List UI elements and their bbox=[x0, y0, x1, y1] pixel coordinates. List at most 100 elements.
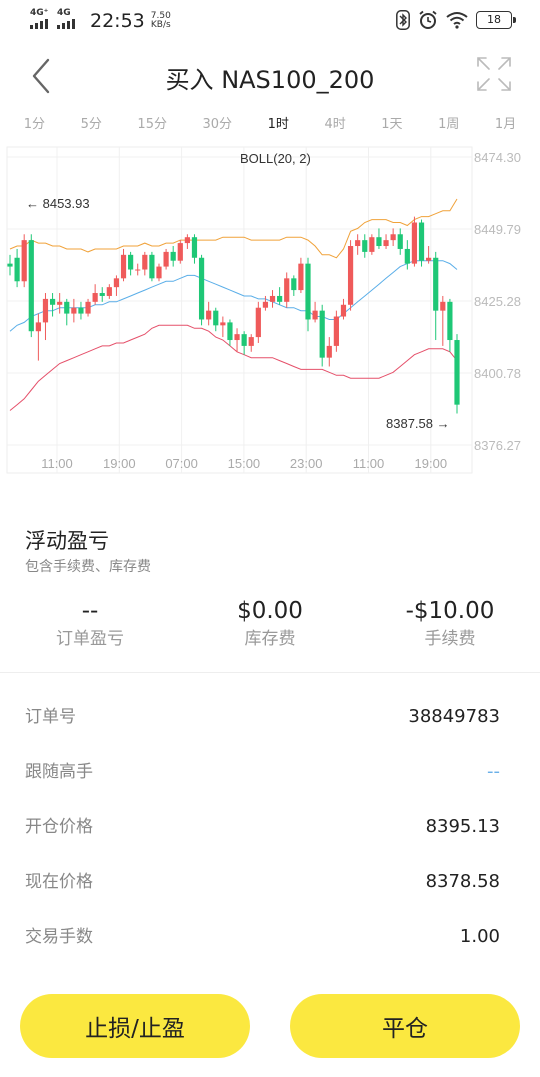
candle-body bbox=[333, 316, 339, 346]
tab-1w[interactable]: 1周 bbox=[438, 110, 459, 142]
candle-body bbox=[156, 266, 162, 279]
candle-body bbox=[78, 307, 84, 314]
candle-body bbox=[269, 295, 276, 302]
detail-value: 1.00 bbox=[459, 926, 500, 947]
candle-body bbox=[64, 301, 70, 314]
candle-body bbox=[397, 234, 403, 249]
candle-body bbox=[277, 295, 283, 302]
x-tick-label: 19:00 bbox=[103, 456, 136, 471]
candle-body bbox=[340, 304, 347, 317]
candle-body bbox=[42, 298, 49, 323]
swap-fee-value: $0.00 bbox=[237, 598, 303, 624]
y-tick-label: 8376.27 bbox=[474, 438, 521, 453]
candle-body bbox=[177, 243, 183, 261]
candle-body bbox=[57, 301, 63, 305]
candle-body bbox=[220, 322, 226, 326]
candle-body bbox=[426, 257, 432, 261]
detail-value[interactable]: -- bbox=[487, 757, 500, 787]
status-bar: 4G⁺ 4G 22:53 7.50 KB/s 18 bbox=[0, 0, 540, 42]
indicator-label: BOLL(20, 2) bbox=[240, 151, 311, 166]
candle-body bbox=[99, 293, 105, 296]
candle-body bbox=[206, 310, 212, 320]
candle-body bbox=[298, 263, 304, 291]
detail-row-current-price: 现在价格 8378.58 bbox=[0, 867, 540, 897]
signal-icon: 4G⁺ bbox=[30, 8, 52, 31]
signal-icon: 4G bbox=[57, 8, 79, 31]
candle-body bbox=[128, 254, 134, 270]
y-tick-label: 8474.30 bbox=[474, 150, 521, 165]
x-tick-label: 15:00 bbox=[228, 456, 261, 471]
timeframe-tabs: 1分 5分 15分 30分 1时 4时 1天 1周 1月 bbox=[0, 110, 540, 142]
candle-body bbox=[312, 310, 318, 320]
candle-body bbox=[390, 234, 396, 241]
detail-key: 交易手数 bbox=[25, 927, 93, 947]
x-tick-label: 19:00 bbox=[415, 456, 448, 471]
tab-1m[interactable]: 1分 bbox=[24, 110, 45, 142]
candle-body bbox=[376, 237, 382, 247]
fullscreen-icon[interactable] bbox=[476, 56, 512, 92]
candle-body bbox=[234, 334, 240, 341]
candle-body bbox=[142, 254, 148, 270]
tab-1mo[interactable]: 1月 bbox=[495, 110, 516, 142]
tab-1h[interactable]: 1时 bbox=[268, 110, 289, 142]
x-tick-label: 07:00 bbox=[165, 456, 198, 471]
candle-body bbox=[28, 240, 34, 332]
detail-value: 8395.13 bbox=[425, 816, 500, 837]
candle-body bbox=[262, 301, 269, 308]
boll-middle-line bbox=[9, 260, 458, 332]
candlestick-chart[interactable]: 8474.30 8449.79 8425.28 8400.78 8376.27 11:00… bbox=[0, 142, 540, 478]
detail-row-order-id: 订单号 38849783 bbox=[0, 702, 540, 732]
detail-row-lots: 交易手数 1.00 bbox=[0, 922, 540, 952]
candle-body bbox=[454, 340, 460, 405]
tab-4h[interactable]: 4时 bbox=[324, 110, 345, 142]
pnl-title: 浮动盈亏 bbox=[25, 529, 109, 553]
y-tick-label: 8425.28 bbox=[474, 294, 521, 309]
detail-row-open-price: 开仓价格 8395.13 bbox=[0, 812, 540, 842]
clock: 22:53 bbox=[90, 10, 145, 32]
candle-body bbox=[163, 251, 169, 267]
candle-body bbox=[347, 246, 354, 305]
y-tick-label: 8400.78 bbox=[474, 366, 521, 381]
candle-body bbox=[49, 298, 56, 305]
bluetooth-icon bbox=[396, 10, 410, 30]
detail-row-follow-trader: 跟随高手 -- bbox=[0, 757, 540, 787]
x-tick-label: 23:00 bbox=[290, 456, 323, 471]
candle-body bbox=[362, 240, 368, 252]
candle-body bbox=[433, 257, 439, 311]
alarm-icon bbox=[419, 10, 437, 29]
tab-5m[interactable]: 5分 bbox=[81, 110, 102, 142]
candle-body bbox=[305, 263, 311, 320]
speed-unit: KB/s bbox=[150, 20, 171, 30]
candle-body bbox=[14, 257, 20, 282]
candle-body bbox=[447, 301, 453, 341]
candle-body bbox=[170, 251, 176, 261]
candle-body bbox=[355, 240, 361, 247]
order-pnl-label: 订单盈亏 bbox=[56, 629, 124, 649]
pnl-stats: -- 订单盈亏 $0.00 库存费 -$10.00 手续费 bbox=[0, 596, 540, 656]
candle-body bbox=[71, 307, 77, 314]
stop-loss-take-profit-button[interactable]: 止损/止盈 bbox=[20, 994, 250, 1058]
network-type-label: 4G bbox=[57, 8, 71, 18]
candle-body bbox=[418, 222, 425, 261]
candle-body bbox=[255, 307, 261, 338]
candle-body bbox=[213, 310, 219, 326]
candle-body bbox=[248, 337, 254, 346]
candle-body bbox=[184, 237, 190, 244]
battery-icon: 18 bbox=[476, 11, 516, 29]
detail-key: 跟随高手 bbox=[25, 762, 93, 782]
candle-body bbox=[227, 322, 233, 341]
candle-body bbox=[135, 269, 141, 271]
commission-label: 手续费 bbox=[424, 629, 476, 649]
detail-value: 38849783 bbox=[408, 706, 500, 727]
divider bbox=[0, 672, 540, 673]
candle-body bbox=[106, 287, 112, 296]
close-position-button[interactable]: 平仓 bbox=[290, 994, 520, 1058]
candle-body bbox=[113, 278, 120, 288]
tab-30m[interactable]: 30分 bbox=[203, 110, 233, 142]
candle-body bbox=[291, 278, 297, 291]
commission-value: -$10.00 bbox=[405, 598, 495, 624]
tab-1d[interactable]: 1天 bbox=[381, 110, 402, 142]
candle-body bbox=[369, 237, 375, 252]
tab-15m[interactable]: 15分 bbox=[137, 110, 167, 142]
x-tick-label: 11:00 bbox=[353, 456, 385, 471]
